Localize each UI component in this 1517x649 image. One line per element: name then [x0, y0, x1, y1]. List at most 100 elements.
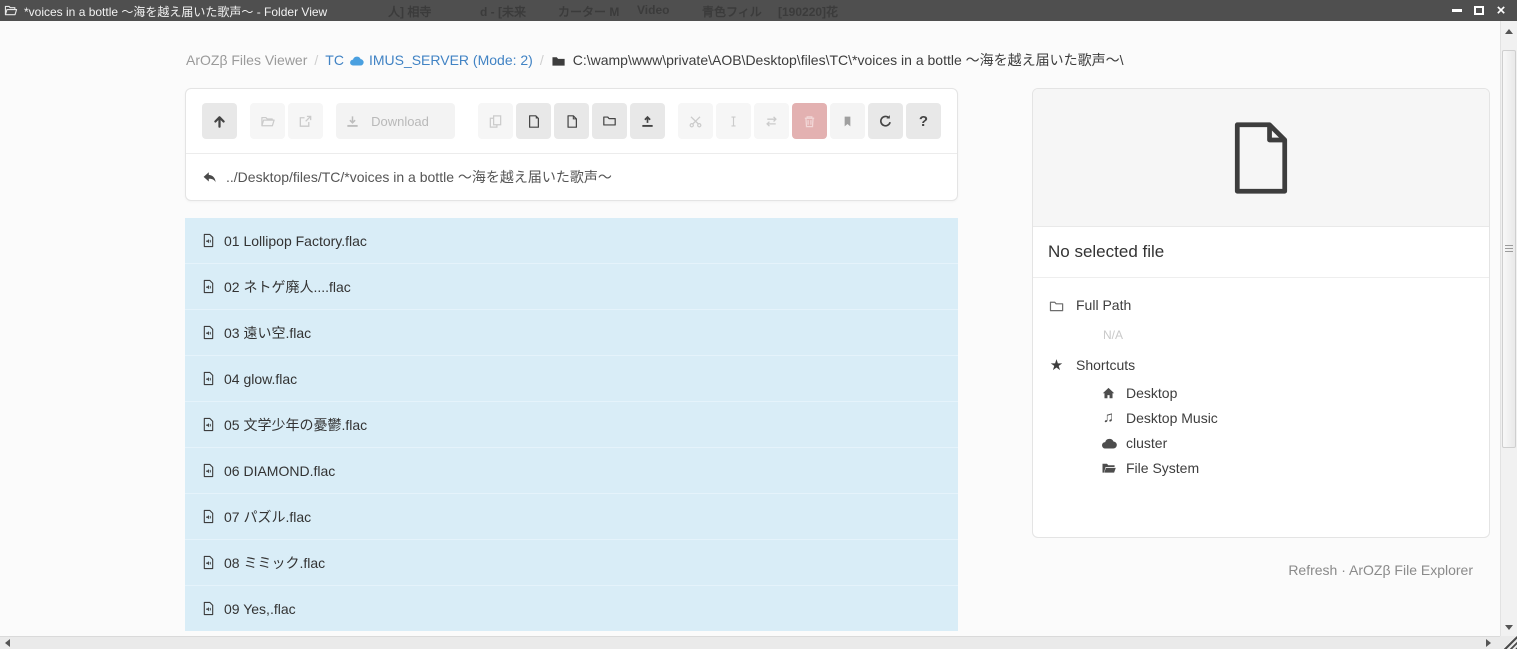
- star-icon: ★: [1048, 356, 1065, 374]
- download-label: Download: [360, 114, 446, 129]
- file-name: 06 DIAMOND.flac: [224, 463, 335, 479]
- open-external-button[interactable]: [288, 103, 323, 139]
- question-icon: ?: [919, 113, 928, 130]
- file-item[interactable]: 01 Lollipop Factory.flac: [185, 218, 958, 264]
- text-cursor-icon: [727, 114, 740, 129]
- scroll-right-button[interactable]: [1482, 637, 1495, 649]
- audio-file-icon: [202, 417, 215, 432]
- file-item[interactable]: 09 Yes,.flac: [185, 586, 958, 631]
- upload-icon: [640, 114, 655, 129]
- file-item[interactable]: 07 パズル.flac: [185, 494, 958, 540]
- toolbar-card: Download: [185, 88, 958, 201]
- triangle-up-icon: [1505, 29, 1513, 34]
- upload-button[interactable]: [630, 103, 665, 139]
- reply-icon: [202, 171, 218, 184]
- background-window-title: d - [未来: [480, 3, 526, 20]
- download-button[interactable]: Download: [336, 103, 455, 139]
- folder-open-filled-icon: [1100, 461, 1117, 474]
- file-list: 01 Lollipop Factory.flac 02 ネトゲ廃人....fla…: [185, 218, 958, 631]
- file-details: Full Path N/A ★ Shortcuts Desktop ♫ Desk…: [1033, 278, 1489, 492]
- scroll-up-button[interactable]: [1501, 23, 1517, 40]
- breadcrumb-app-link[interactable]: ArOZβ Files Viewer: [186, 52, 307, 68]
- breadcrumb-separator: /: [540, 52, 544, 68]
- music-icon: ♫: [1100, 409, 1117, 426]
- shortcut-item-file-system[interactable]: File System: [1100, 455, 1474, 480]
- close-button[interactable]: ×: [1493, 3, 1509, 17]
- external-link-icon: [298, 114, 313, 129]
- minimize-button[interactable]: [1449, 3, 1465, 17]
- breadcrumb-separator: /: [314, 52, 318, 68]
- file-icon: [565, 114, 579, 129]
- toolbar: Download: [186, 89, 957, 153]
- new-file-button[interactable]: [554, 103, 589, 139]
- full-path-label: Full Path: [1076, 297, 1131, 313]
- parent-path-label: ../Desktop/files/TC/*voices in a bottle …: [226, 167, 612, 187]
- file-name: 05 文学少年の憂鬱.flac: [224, 415, 367, 435]
- exchange-icon: [764, 114, 779, 129]
- copy-button[interactable]: [478, 103, 513, 139]
- blank-file-icon: [1230, 121, 1292, 195]
- full-path-value: N/A: [1103, 320, 1474, 350]
- shortcuts-label: Shortcuts: [1076, 357, 1135, 373]
- help-button[interactable]: ?: [906, 103, 941, 139]
- background-window-title: 人] 相寺: [388, 3, 431, 20]
- file-item[interactable]: 04 glow.flac: [185, 356, 958, 402]
- file-item[interactable]: 03 遠い空.flac: [185, 310, 958, 356]
- footer: Refresh · ArOZβ File Explorer: [1288, 562, 1473, 578]
- download-icon: [345, 114, 360, 129]
- rename-button[interactable]: [716, 103, 751, 139]
- maximize-icon: [1474, 6, 1484, 15]
- file-name: 03 遠い空.flac: [224, 323, 311, 343]
- vertical-scrollbar-thumb[interactable]: [1502, 50, 1516, 448]
- file-item[interactable]: 06 DIAMOND.flac: [185, 448, 958, 494]
- bookmark-button[interactable]: [830, 103, 865, 139]
- breadcrumb: ArOZβ Files Viewer / TC IMUS_SERVER (Mod…: [186, 50, 1124, 70]
- refresh-link[interactable]: Refresh: [1288, 562, 1337, 578]
- breadcrumb-drive-link[interactable]: TC IMUS_SERVER (Mode: 2): [325, 52, 533, 68]
- scroll-down-button[interactable]: [1501, 619, 1517, 636]
- triangle-right-icon: [1486, 639, 1491, 647]
- open-button[interactable]: [250, 103, 285, 139]
- window-resize-grip[interactable]: [1500, 636, 1517, 649]
- file-name: 08 ミミック.flac: [224, 553, 325, 573]
- maximize-button[interactable]: [1471, 3, 1487, 17]
- shortcuts-row: ★ Shortcuts: [1048, 350, 1474, 380]
- refresh-button[interactable]: [868, 103, 903, 139]
- file-item[interactable]: 08 ミミック.flac: [185, 540, 958, 586]
- paste-icon: [527, 114, 541, 129]
- file-properties-panel: No selected file Full Path N/A ★ Shortcu…: [1032, 88, 1490, 538]
- horizontal-scrollbar[interactable]: [0, 636, 1500, 649]
- folder-outline-icon: [1048, 299, 1065, 312]
- copy-icon: [488, 114, 503, 129]
- breadcrumb-drive-label: TC: [325, 52, 344, 68]
- breadcrumb-path-label: C:\wamp\www\private\AOB\Desktop\files\TC…: [573, 50, 1124, 70]
- cut-button[interactable]: [678, 103, 713, 139]
- background-window-title: [190220]花: [778, 3, 838, 20]
- shortcut-item-desktop[interactable]: Desktop: [1100, 380, 1474, 405]
- audio-file-icon: [202, 279, 215, 294]
- cloud-icon: [1100, 437, 1117, 449]
- home-icon: [1100, 386, 1117, 400]
- triangle-left-icon: [5, 639, 10, 647]
- up-button[interactable]: [202, 103, 237, 139]
- triangle-down-icon: [1505, 625, 1513, 630]
- file-item[interactable]: 05 文学少年の憂鬱.flac: [185, 402, 958, 448]
- move-button[interactable]: [754, 103, 789, 139]
- window-title: *voices in a bottle ～海を越え届いた歌声～ - Folder…: [24, 3, 327, 20]
- file-name: 02 ネトゲ廃人....flac: [224, 277, 351, 297]
- vertical-scrollbar[interactable]: [1500, 21, 1517, 636]
- shortcut-item-desktop-music[interactable]: ♫ Desktop Music: [1100, 405, 1474, 430]
- breadcrumb-server-label: IMUS_SERVER (Mode: 2): [369, 52, 533, 68]
- audio-file-icon: [202, 233, 215, 248]
- new-folder-button[interactable]: [592, 103, 627, 139]
- footer-brand: ArOZβ File Explorer: [1349, 562, 1473, 578]
- folder-icon: [602, 114, 617, 128]
- scroll-left-button[interactable]: [1, 637, 14, 649]
- file-item[interactable]: 02 ネトゲ廃人....flac: [185, 264, 958, 310]
- audio-file-icon: [202, 371, 215, 386]
- arrow-up-icon: [212, 114, 227, 129]
- delete-button[interactable]: [792, 103, 827, 139]
- parent-path-bar[interactable]: ../Desktop/files/TC/*voices in a bottle …: [186, 154, 957, 200]
- shortcut-item-cluster[interactable]: cluster: [1100, 430, 1474, 455]
- paste-button[interactable]: [516, 103, 551, 139]
